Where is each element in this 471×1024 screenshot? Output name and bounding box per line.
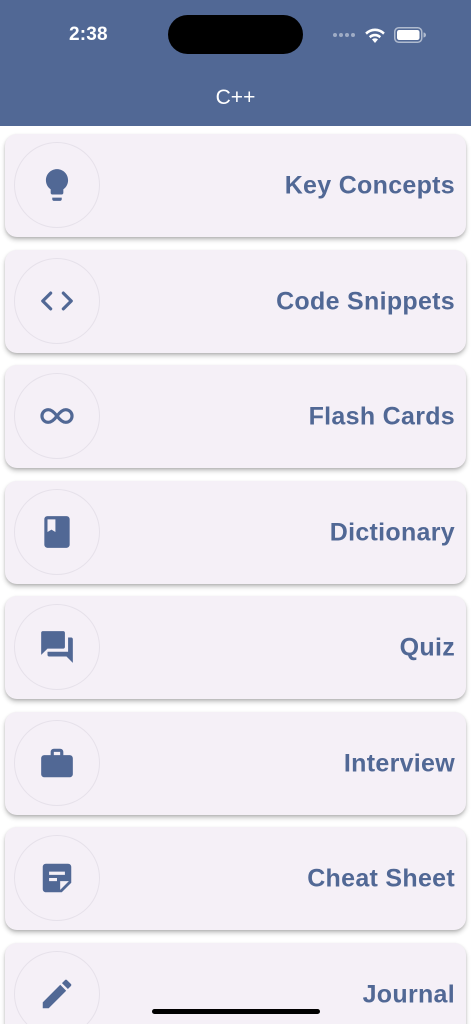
forum-icon (41, 631, 73, 663)
dynamic-island (168, 15, 303, 54)
menu-item-code-snippets[interactable]: Code Snippets (5, 250, 466, 353)
icon-circle (14, 951, 100, 1024)
cellular-signal-icon (333, 33, 355, 37)
lightbulb-icon (45, 169, 69, 201)
menu-item-flash-cards[interactable]: Flash Cards (5, 365, 466, 468)
wifi-icon (365, 28, 385, 43)
icon-circle (14, 373, 100, 459)
briefcase-icon (41, 748, 73, 778)
status-time: 2:38 (69, 24, 108, 45)
menu-item-label: Cheat Sheet (307, 864, 455, 892)
infinity-icon (40, 408, 74, 424)
menu-item-label: Flash Cards (308, 402, 455, 430)
menu-item-label: Journal (362, 980, 455, 1008)
menu-item-interview[interactable]: Interview (5, 712, 466, 815)
icon-circle (14, 835, 100, 921)
status-icons (333, 24, 426, 46)
menu-list[interactable]: Key Concepts Code Snippets Flash Cards D… (0, 126, 471, 1024)
icon-circle (14, 258, 100, 344)
menu-item-dictionary[interactable]: Dictionary (5, 481, 466, 584)
book-icon (44, 516, 70, 548)
menu-item-key-concepts[interactable]: Key Concepts (5, 134, 466, 237)
icon-circle (14, 604, 100, 690)
code-icon (41, 291, 73, 311)
menu-item-label: Dictionary (329, 518, 455, 546)
note-icon (42, 863, 72, 893)
menu-item-label: Code Snippets (276, 287, 455, 315)
page-title: C++ (215, 86, 256, 109)
menu-item-cheat-sheet[interactable]: Cheat Sheet (5, 827, 466, 930)
pencil-icon (42, 979, 72, 1009)
icon-circle (14, 489, 100, 575)
app-header: 2:38 C++ (0, 0, 471, 126)
menu-item-label: Interview (343, 749, 455, 777)
home-indicator[interactable] (152, 1009, 320, 1014)
menu-item-label: Key Concepts (284, 171, 455, 199)
battery-icon (394, 27, 426, 43)
menu-item-quiz[interactable]: Quiz (5, 596, 466, 699)
menu-item-label: Quiz (399, 633, 455, 661)
icon-circle (14, 720, 100, 806)
icon-circle (14, 142, 100, 228)
